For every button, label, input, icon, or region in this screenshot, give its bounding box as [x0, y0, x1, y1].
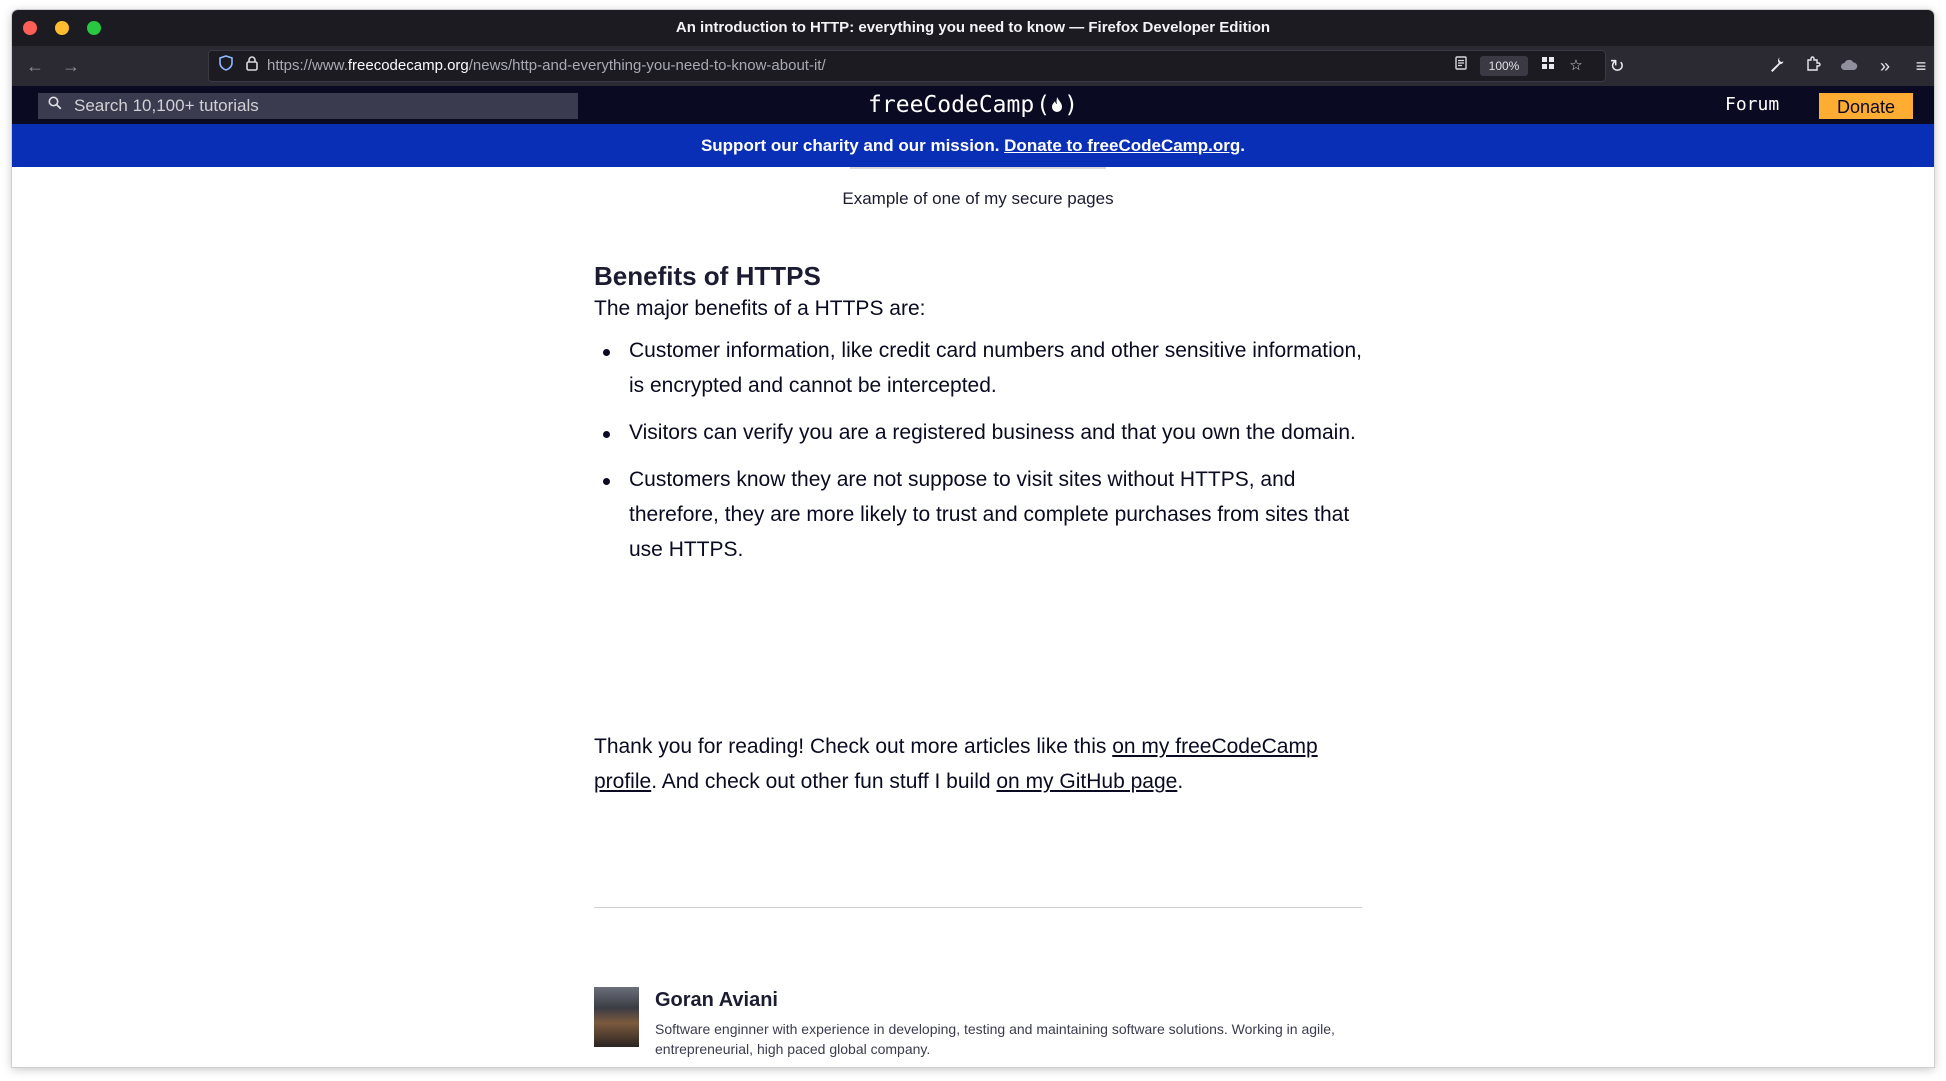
site-header: freeCodeCamp() Forum Donate	[12, 86, 1934, 124]
donation-banner: Support our charity and our mission. Don…	[12, 124, 1934, 167]
closing-text-1: Thank you for reading! Check out more ar…	[594, 735, 1113, 758]
closing-text-2: . And check out other fun stuff I build	[651, 770, 997, 793]
url-path: /news/http-and-everything-you-need-to-kn…	[468, 57, 826, 74]
shield-icon[interactable]	[215, 55, 237, 77]
forum-link[interactable]: Forum	[1725, 86, 1779, 124]
intro-paragraph: The major benefits of a HTTPS are:	[594, 297, 926, 320]
benefits-list: Customer information, like credit card n…	[594, 333, 1364, 579]
search-box[interactable]	[38, 93, 578, 119]
donate-button[interactable]: Donate	[1819, 93, 1913, 119]
browser-window: An introduction to HTTP: everything you …	[12, 10, 1934, 1067]
zoom-level-badge[interactable]: 100%	[1480, 56, 1528, 76]
list-item: Customer information, like credit card n…	[603, 333, 1364, 403]
wrench-icon[interactable]	[1764, 53, 1790, 79]
search-icon	[44, 95, 66, 117]
divider	[594, 907, 1362, 908]
forward-icon[interactable]: →	[58, 53, 84, 79]
closing-text-3: .	[1177, 770, 1184, 793]
url-bar[interactable]: https://www.freecodecamp.org/news/http-a…	[208, 50, 1606, 82]
puzzle-icon[interactable]	[1800, 53, 1826, 79]
author-avatar[interactable]	[594, 987, 639, 1047]
window-title: An introduction to HTTP: everything you …	[675, 19, 1271, 36]
section-heading: Benefits of HTTPS	[594, 261, 821, 291]
reload-icon[interactable]: ↻	[1604, 53, 1630, 79]
title-bar: An introduction to HTTP: everything you …	[12, 10, 1934, 46]
image-caption: Example of one of my secure pages	[842, 189, 1114, 208]
url-prefix: https://www.	[267, 57, 348, 74]
logo-text: freeCodeCamp	[868, 92, 1035, 118]
author-bio: Software enginner with experience in dev…	[655, 1021, 1335, 1057]
extensions-grid-icon[interactable]	[1537, 55, 1559, 77]
url-domain: freecodecamp.org	[347, 57, 469, 74]
author-name[interactable]: Goran Aviani	[655, 989, 778, 1012]
url-text[interactable]: https://www.freecodecamp.org/news/http-a…	[267, 51, 826, 81]
cloud-icon[interactable]	[1836, 53, 1862, 79]
search-input[interactable]	[74, 93, 564, 119]
list-item: Visitors can verify you are a registered…	[603, 415, 1364, 450]
article-image-edge	[850, 167, 1106, 169]
hamburger-menu-icon[interactable]: ≡	[1908, 53, 1934, 79]
lock-icon[interactable]	[241, 55, 263, 77]
banner-suffix: .	[1240, 136, 1246, 155]
banner-donate-link[interactable]: Donate to freeCodeCamp.org	[1004, 136, 1240, 155]
back-icon[interactable]: ←	[22, 53, 48, 79]
github-page-link[interactable]: on my GitHub page	[996, 770, 1177, 793]
reader-view-icon[interactable]	[1450, 55, 1472, 77]
star-icon[interactable]: ☆	[1565, 55, 1587, 77]
navigation-toolbar: ← → https://www.freecodecamp.org/news/ht…	[12, 46, 1934, 86]
flame-logo-icon: ()	[1036, 92, 1078, 118]
closing-paragraph: Thank you for reading! Check out more ar…	[594, 729, 1362, 799]
overflow-chevrons-icon[interactable]: »	[1872, 53, 1898, 79]
list-item: Customers know they are not suppose to v…	[603, 462, 1364, 567]
banner-text: Support our charity and our mission.	[700, 136, 1005, 155]
